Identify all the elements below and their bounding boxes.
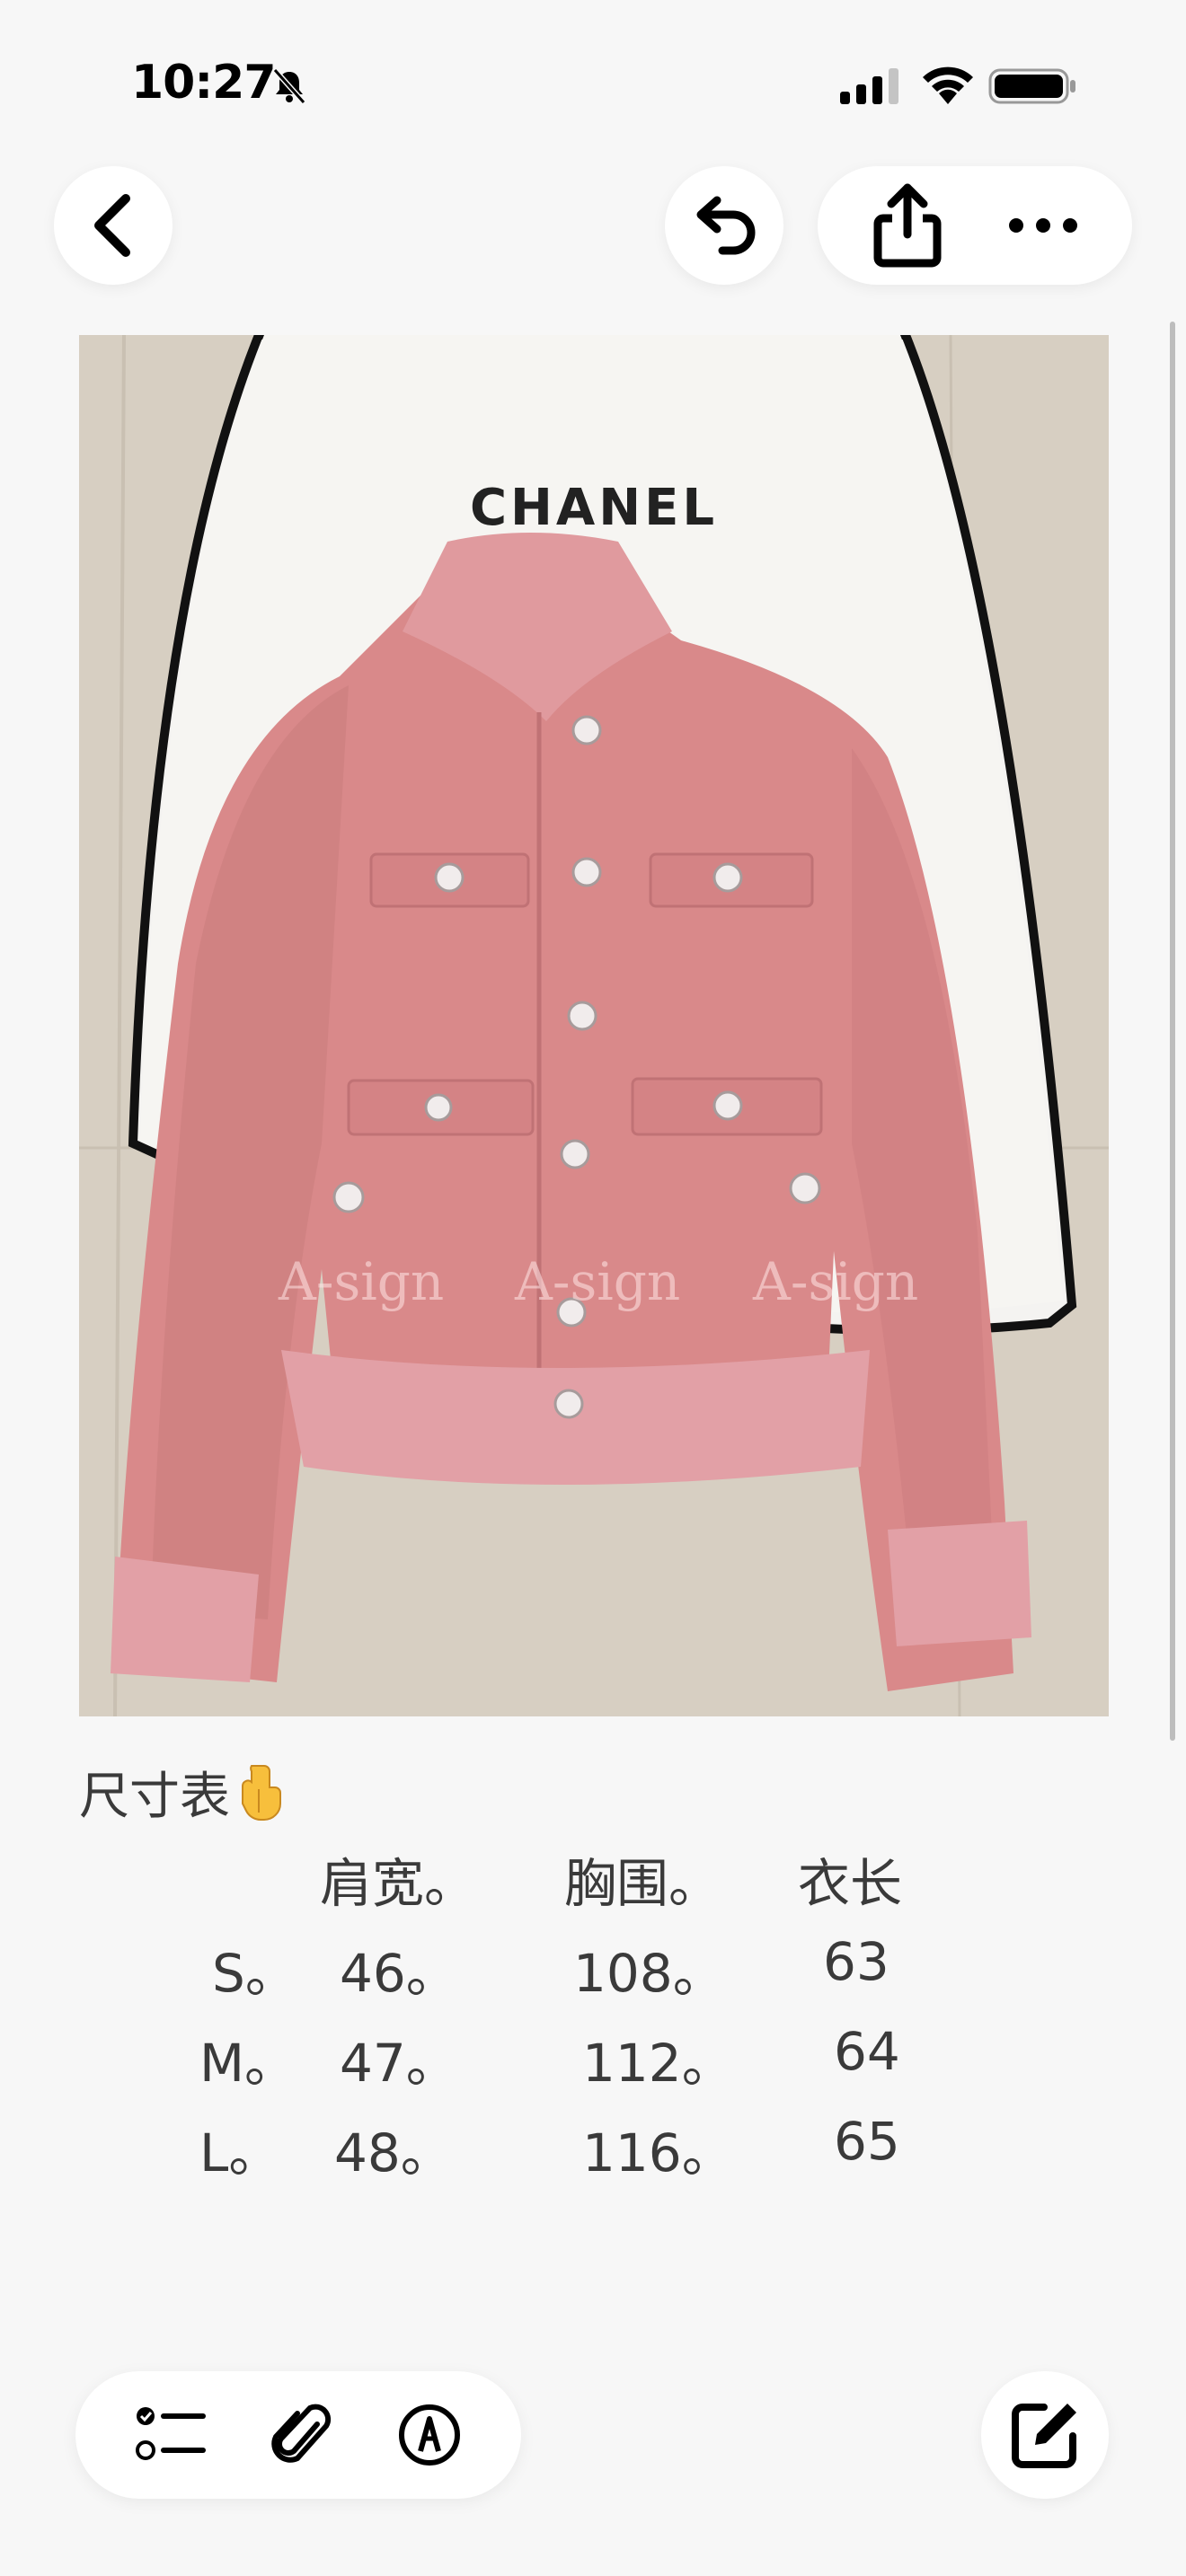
compose-button[interactable] [981, 2371, 1109, 2499]
watermark-2: A-sign [515, 1251, 681, 1312]
paperclip-icon[interactable] [270, 2399, 333, 2471]
wifi-icon [923, 66, 973, 104]
size-chart-title: 尺寸表 [79, 1768, 230, 1826]
s-shoulder: 46。 [340, 1943, 458, 2004]
bottom-toolbar [75, 2371, 521, 2499]
actions-pill [818, 166, 1132, 285]
s-chest: 108。 [573, 1943, 725, 2004]
checklist-icon[interactable] [135, 2404, 207, 2466]
brand-label: CHANEL [469, 479, 719, 537]
col-header-chest: 胸围。 [564, 1853, 721, 1914]
watermark-3: A-sign [753, 1251, 919, 1312]
more-icon[interactable] [1003, 212, 1084, 239]
share-icon[interactable] [867, 181, 948, 270]
pointing-down-emoji-icon [242, 1764, 281, 1821]
s-length: 63 [823, 1931, 890, 1992]
row-size-s: S。 [212, 1943, 297, 2004]
status-time: 10:27 [131, 56, 277, 110]
silent-bell-icon [272, 68, 306, 104]
l-length: 65 [834, 2111, 900, 2172]
back-button[interactable] [54, 166, 173, 285]
col-header-shoulder: 肩宽。 [320, 1853, 477, 1914]
watermark-1: A-sign [279, 1251, 445, 1312]
compose-icon [1012, 2404, 1076, 2468]
chevron-left-icon [94, 194, 130, 257]
m-length: 64 [834, 2021, 900, 2082]
jacket-photo-illustration [79, 335, 1109, 1716]
battery-icon [988, 68, 1075, 104]
l-chest: 116。 [582, 2122, 734, 2183]
row-size-l: L。 [199, 2122, 281, 2183]
m-shoulder: 47。 [340, 2033, 458, 2094]
m-chest: 112。 [582, 2033, 734, 2094]
undo-icon [696, 196, 756, 255]
undo-button[interactable] [665, 166, 783, 285]
row-size-m: M。 [199, 2033, 297, 2094]
size-chart-heading: 尺寸表 [79, 1756, 284, 1829]
l-shoulder: 48。 [334, 2122, 453, 2183]
markup-pen-icon[interactable] [397, 2403, 462, 2467]
scroll-indicator[interactable] [1170, 322, 1175, 1741]
cellular-signal-icon [840, 68, 898, 104]
col-header-length: 衣长 [798, 1853, 903, 1914]
product-photo: CHANEL A-sign A-sign A-sign [79, 335, 1109, 1716]
